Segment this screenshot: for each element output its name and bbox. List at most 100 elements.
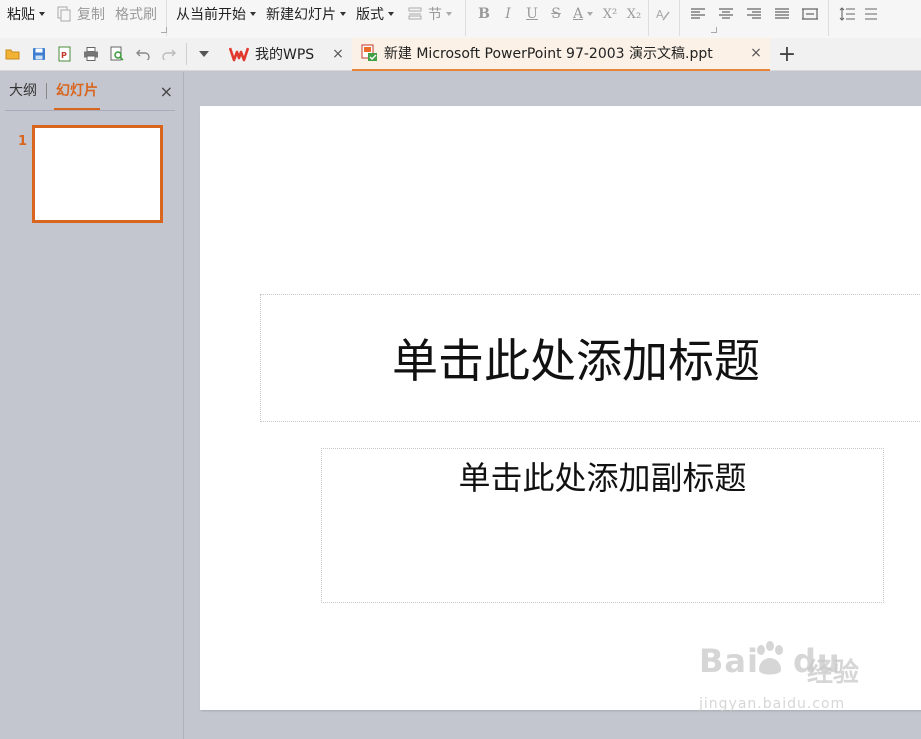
redo-button[interactable]: [156, 40, 182, 68]
chevron-down-icon: [199, 51, 209, 57]
tab-slides[interactable]: 幻灯片: [54, 72, 100, 110]
redo-icon: [162, 49, 176, 60]
justify-icon: [775, 8, 789, 19]
close-tab-icon[interactable]: ×: [750, 45, 762, 61]
distribute-icon: [802, 8, 818, 20]
print-preview-button[interactable]: [104, 40, 130, 68]
copy-button[interactable]: 复制: [54, 0, 108, 28]
align-center-button[interactable]: [712, 0, 740, 28]
divider: [828, 0, 829, 36]
panel-divider: [5, 110, 175, 111]
folder-open-icon: [5, 49, 20, 60]
chevron-down-icon: [340, 12, 346, 16]
chevron-down-icon: [587, 12, 594, 16]
print-button[interactable]: [78, 40, 104, 68]
tab-outline[interactable]: 大纲: [7, 72, 39, 110]
close-tab-icon[interactable]: ×: [332, 46, 344, 62]
divider: [679, 0, 680, 36]
divider: [648, 0, 649, 36]
new-slide-button[interactable]: 新建幻灯片: [263, 0, 349, 28]
chevron-down-icon: [250, 12, 256, 16]
line-spacing-button[interactable]: [833, 0, 861, 28]
superscript-label: X²: [602, 6, 618, 22]
subscript-button[interactable]: X₂: [622, 0, 646, 28]
dialog-launcher-icon[interactable]: [711, 27, 717, 33]
watermark-url: jingyan.baidu.com: [699, 696, 846, 712]
save-icon: [33, 48, 45, 60]
superscript-button[interactable]: X²: [598, 0, 622, 28]
slides-panel: 大纲 幻灯片 × 1: [0, 72, 184, 739]
tab-label: 我的WPS: [255, 47, 315, 63]
slide-canvas[interactable]: 单击此处添加标题 单击此处添加副标题: [200, 106, 921, 710]
align-center-icon: [719, 8, 733, 19]
chevron-down-icon: [446, 12, 452, 16]
align-left-button[interactable]: [684, 0, 712, 28]
justify-button[interactable]: [768, 0, 796, 28]
list-button[interactable]: [861, 0, 881, 28]
title-placeholder[interactable]: 单击此处添加标题: [260, 294, 921, 422]
subtitle-placeholder[interactable]: 单击此处添加副标题: [321, 448, 884, 603]
dialog-launcher-icon[interactable]: [161, 27, 167, 33]
strikethrough-button[interactable]: S: [544, 0, 568, 28]
undo-button[interactable]: [130, 40, 156, 68]
baidu-watermark: Bai du 经验 jingyan.baidu.com: [699, 641, 869, 720]
export-pdf-button[interactable]: P: [52, 40, 78, 68]
align-left-icon: [691, 8, 705, 19]
tab-bar: P 我的WPS × 新建 Microsoft PowerPoint 97-200…: [0, 37, 921, 71]
subtitle-placeholder-text: 单击此处添加副标题: [458, 459, 747, 497]
open-button[interactable]: [0, 40, 26, 68]
section-button[interactable]: 节: [405, 0, 455, 28]
align-right-icon: [747, 8, 761, 19]
slide-editor: 单击此处添加标题 单击此处添加副标题: [185, 72, 921, 739]
new-tab-button[interactable]: +: [770, 38, 804, 71]
wps-logo-icon: [229, 47, 249, 62]
paste-button[interactable]: 粘贴: [4, 0, 48, 28]
format-painter-button[interactable]: 格式刷: [112, 0, 160, 28]
list-icon: [865, 8, 877, 20]
divider: [46, 83, 47, 99]
align-right-button[interactable]: [740, 0, 768, 28]
layout-button[interactable]: 版式: [353, 0, 397, 28]
plus-icon: +: [777, 41, 797, 67]
layout-label: 版式: [356, 7, 384, 23]
panel-tabs: 大纲 幻灯片 ×: [0, 72, 183, 110]
font-color-button[interactable]: A: [568, 0, 598, 28]
pdf-icon: P: [58, 46, 71, 62]
from-current-button[interactable]: 从当前开始: [173, 0, 259, 28]
print-preview-icon: [110, 46, 124, 61]
clear-format-button[interactable]: A: [651, 0, 675, 28]
strike-label: S: [551, 6, 561, 22]
bold-label: B: [478, 6, 490, 22]
slide-thumbnail[interactable]: [32, 125, 163, 223]
clear-format-icon: A: [656, 8, 670, 21]
line-spacing-icon: [839, 7, 855, 21]
save-button[interactable]: [26, 40, 52, 68]
underline-label: U: [526, 6, 538, 22]
chevron-down-icon: [388, 12, 394, 16]
font-color-label: A: [572, 6, 584, 22]
bold-button[interactable]: B: [472, 0, 496, 28]
section-label: 节: [428, 7, 442, 23]
svg-text:P: P: [61, 51, 67, 60]
paw-icon: [757, 641, 783, 675]
italic-button[interactable]: I: [496, 0, 520, 28]
paste-label: 粘贴: [7, 7, 35, 23]
underline-button[interactable]: U: [520, 0, 544, 28]
tab-label: 新建 Microsoft PowerPoint 97-2003 演示文稿.ppt: [383, 46, 713, 62]
slide-number: 1: [18, 134, 28, 149]
ribbon-toolbar: 粘贴 复制 格式刷 从当前开始 新建幻灯片 版式 节 B I U S A X² …: [0, 0, 921, 38]
new-slide-label: 新建幻灯片: [266, 7, 336, 23]
close-panel-icon[interactable]: ×: [160, 82, 173, 101]
title-placeholder-text: 单击此处添加标题: [392, 334, 760, 388]
tab-my-wps[interactable]: 我的WPS ×: [221, 38, 352, 71]
copy-label: 复制: [77, 7, 105, 23]
chevron-down-icon: [39, 12, 45, 16]
quick-access-menu-button[interactable]: [191, 40, 217, 68]
distribute-button[interactable]: [796, 0, 824, 28]
divider: [186, 43, 187, 65]
undo-icon: [136, 49, 150, 60]
tab-document[interactable]: 新建 Microsoft PowerPoint 97-2003 演示文稿.ppt…: [351, 37, 770, 71]
from-current-label: 从当前开始: [176, 7, 246, 23]
format-painter-label: 格式刷: [115, 7, 157, 23]
italic-label: I: [505, 6, 511, 22]
